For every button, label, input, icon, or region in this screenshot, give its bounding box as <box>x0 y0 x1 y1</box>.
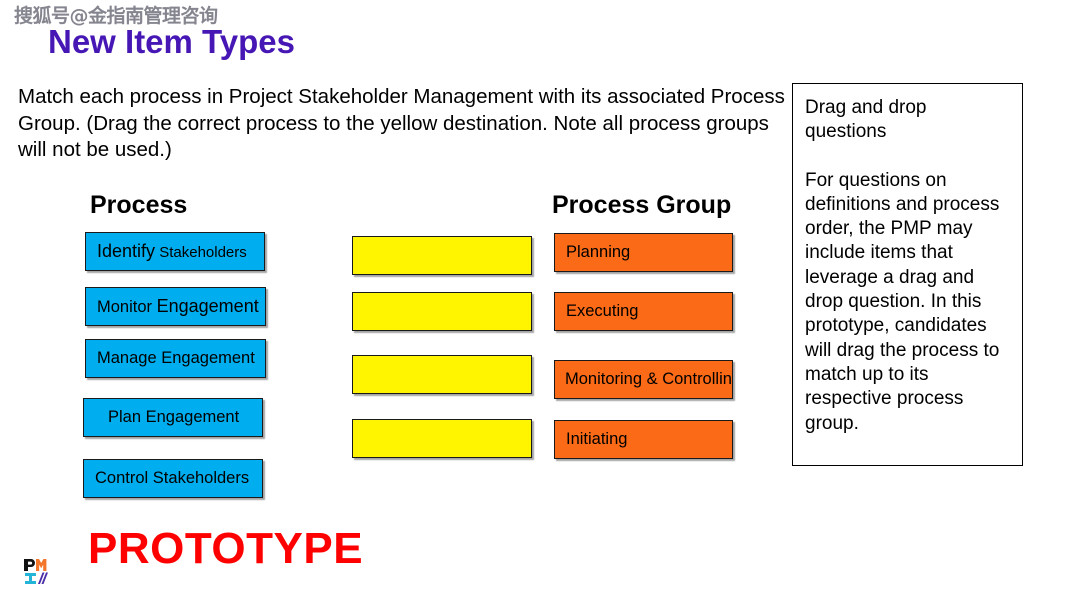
process-card-label: Manage Engagement <box>86 349 255 368</box>
drop-zone-1[interactable] <box>352 236 532 275</box>
process-card-label: Plan Engagement <box>84 408 239 427</box>
process-label-secondary: Engagement <box>156 295 259 316</box>
instruction-text: Match each process in Project Stakeholde… <box>18 85 785 161</box>
process-group-card-executing[interactable]: Executing <box>554 292 733 331</box>
column-heading-process-group: Process Group <box>552 191 732 219</box>
process-label-secondary: Stakeholders <box>152 469 250 488</box>
info-note-body: For questions on definitions and process… <box>805 169 1000 434</box>
process-card-label: Identify Stakeholders <box>86 240 247 262</box>
info-note-spacer <box>805 145 1010 169</box>
info-note-box: Drag and drop questions For questions on… <box>792 83 1023 466</box>
process-label-primary: Plan <box>108 408 142 427</box>
process-label-primary: Identify <box>97 240 156 261</box>
pmi-logo-icon <box>24 559 48 584</box>
process-label-primary: Manage <box>97 349 157 368</box>
drop-zone-4[interactable] <box>352 419 532 458</box>
process-card-label: Monitor Engagement <box>86 295 259 317</box>
drop-zone-3[interactable] <box>352 355 532 394</box>
process-card-control-stakeholders[interactable]: Control Stakeholders <box>83 459 263 498</box>
process-label-secondary: Engagement <box>145 408 240 427</box>
process-group-card-initiating[interactable]: Initiating <box>554 420 733 459</box>
process-group-card-monitoring-controlling[interactable]: Monitoring & Controlling <box>554 360 733 399</box>
page-title: New Item Types <box>48 23 295 60</box>
process-label-secondary: Engagement <box>161 349 255 368</box>
process-label-secondary: Stakeholders <box>159 243 247 261</box>
process-card-identify-stakeholders[interactable]: Identify Stakeholders <box>85 232 265 271</box>
process-label-primary: Monitor <box>97 297 153 316</box>
watermark-text: 搜狐号@金指南管理咨询 <box>14 5 218 27</box>
process-card-plan-engagement[interactable]: Plan Engagement <box>83 398 263 437</box>
slide-canvas: 搜狐号@金指南管理咨询 New Item Types Match each pr… <box>0 0 1079 594</box>
prototype-watermark-label: PROTOTYPE <box>88 524 364 573</box>
process-label-primary: Control <box>95 469 149 488</box>
process-card-monitor-engagement[interactable]: Monitor Engagement <box>85 287 266 326</box>
process-group-card-planning[interactable]: Planning <box>554 233 733 272</box>
drop-zone-2[interactable] <box>352 292 532 331</box>
column-heading-process: Process <box>90 191 188 219</box>
process-group-label: Initiating <box>566 430 628 449</box>
process-card-label: Control Stakeholders <box>84 469 249 488</box>
process-group-label: Planning <box>566 243 631 262</box>
info-note-content: Drag and drop questions For questions on… <box>793 84 1022 436</box>
info-note-heading: Drag and drop questions <box>805 97 927 143</box>
process-card-manage-engagement[interactable]: Manage Engagement <box>85 339 266 378</box>
process-group-label: Executing <box>566 302 639 321</box>
process-group-label: Monitoring & Controlling <box>565 370 733 389</box>
